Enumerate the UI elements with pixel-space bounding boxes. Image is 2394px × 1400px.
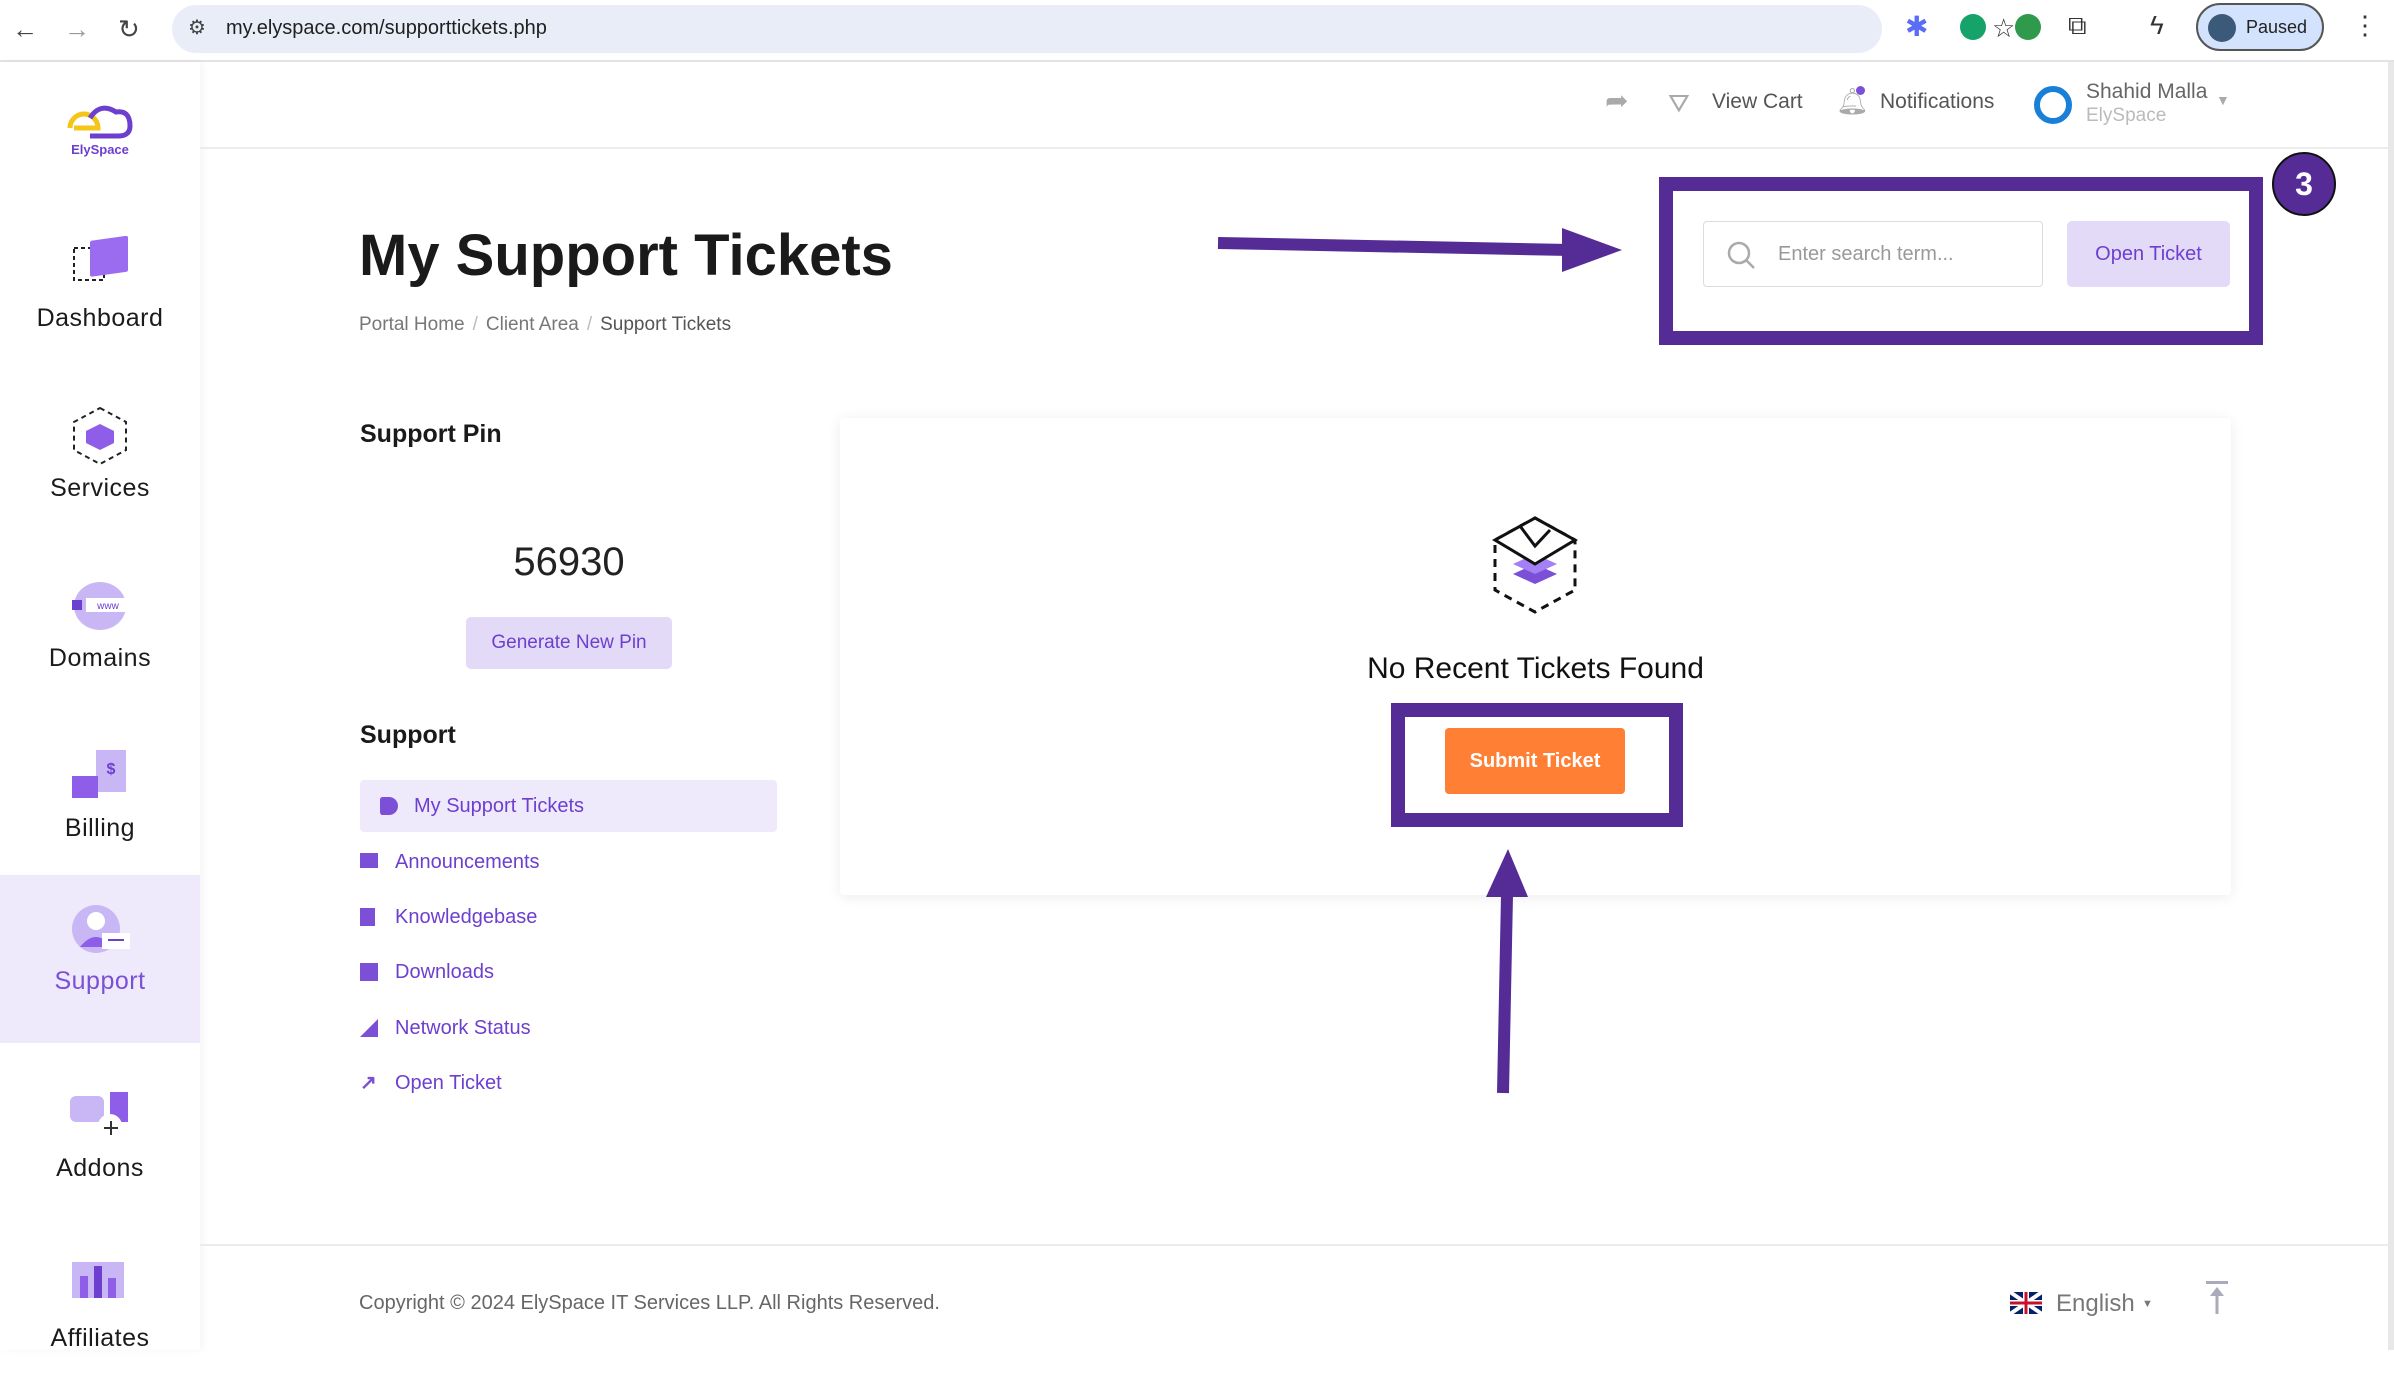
copyright-text: Copyright © 2024 ElySpace IT Services LL… xyxy=(359,1292,940,1314)
search-field[interactable] xyxy=(1703,221,2043,287)
menu-item-label: Knowledgebase xyxy=(395,906,538,928)
share-icon[interactable]: ➦ xyxy=(1605,84,1628,117)
chevron-down-icon: ▼ xyxy=(2216,92,2230,108)
support-pin-value: 56930 xyxy=(513,540,625,584)
tag-icon xyxy=(380,797,398,815)
empty-state-message: No Recent Tickets Found xyxy=(1367,652,1704,685)
generate-new-pin-button[interactable]: Generate New Pin xyxy=(466,617,672,669)
support-agent-icon xyxy=(72,905,130,953)
avatar xyxy=(2208,14,2236,42)
step-number-badge: 3 xyxy=(2272,152,2336,216)
profile-label: Paused xyxy=(2246,17,2308,37)
user-company: ElySpace xyxy=(2086,105,2167,126)
sidebar-item-dashboard[interactable]: Dashboard xyxy=(0,212,200,380)
notifications-label: Notifications xyxy=(1880,90,1995,113)
chevron-down-icon: ▼ xyxy=(2142,1298,2153,1310)
menu-item-my-support-tickets[interactable]: My Support Tickets xyxy=(360,780,777,832)
menu-item-label: Network Status xyxy=(395,1017,531,1039)
url-text[interactable]: my.elyspace.com/supporttickets.php xyxy=(226,17,547,40)
sidebar-item-label: Services xyxy=(50,474,150,502)
back-to-top-icon[interactable] xyxy=(2204,1280,2230,1316)
bookmark-star-icon[interactable]: ☆ xyxy=(1992,13,2015,44)
extension-icon[interactable]: ✱ xyxy=(1905,10,1928,43)
breadcrumb-client-area[interactable]: Client Area xyxy=(486,314,579,335)
breadcrumb-portal-home[interactable]: Portal Home xyxy=(359,314,465,335)
open-ticket-button[interactable]: Open Ticket xyxy=(2067,221,2230,287)
svg-text:www: www xyxy=(96,601,119,612)
invoice-icon: $ xyxy=(72,750,126,798)
dashboard-icon xyxy=(73,236,128,281)
menu-item-label: Downloads xyxy=(395,961,494,983)
top-header: ➦ ⛛ View Cart 🔔︎ Notifications Shahid Ma… xyxy=(200,62,2390,149)
cube-icon xyxy=(73,406,127,466)
menu-item-network-status[interactable]: Network Status xyxy=(360,1002,777,1054)
menu-item-downloads[interactable]: Downloads xyxy=(360,946,777,998)
sidebar-item-label: Billing xyxy=(64,814,136,842)
user-name: Shahid Malla xyxy=(2086,80,2208,103)
elyspace-logo[interactable]: ElySpace xyxy=(60,98,140,158)
uk-flag-icon xyxy=(2010,1292,2042,1314)
profile-button[interactable]: Paused xyxy=(2196,3,2324,51)
extension-robot-icon[interactable] xyxy=(2015,14,2041,40)
support-menu-heading: Support xyxy=(360,721,456,749)
sidebar-item-domains[interactable]: www Domains xyxy=(0,552,200,720)
support-pin-heading: Support Pin xyxy=(360,420,502,448)
menu-item-knowledgebase[interactable]: Knowledgebase xyxy=(360,891,777,943)
chart-icon xyxy=(72,1262,124,1298)
site-settings-icon[interactable]: ⚙ xyxy=(188,15,206,40)
sidebar: ElySpace Dashboard Services www Domains … xyxy=(0,62,200,1352)
address-bar[interactable]: ⚙ my.elyspace.com/supporttickets.php ☆ xyxy=(172,5,2015,53)
annotation-arrow-right xyxy=(1217,228,1622,272)
forward-icon[interactable]: → xyxy=(64,14,90,45)
user-menu[interactable]: Shahid Malla ElySpace ▼ xyxy=(2034,78,2234,134)
language-label: English xyxy=(2056,1290,2135,1317)
external-link-icon: ↗ xyxy=(360,1072,377,1094)
menu-item-open-ticket[interactable]: ↗ Open Ticket xyxy=(360,1057,777,1109)
sidebar-item-label: Affiliates xyxy=(50,1324,150,1352)
submit-ticket-button[interactable]: Submit Ticket xyxy=(1445,728,1625,794)
extensions-puzzle-icon[interactable]: ⧉ xyxy=(2068,10,2087,42)
sidebar-item-billing[interactable]: $ Billing xyxy=(0,722,200,890)
download-icon xyxy=(360,963,378,981)
menu-item-label: My Support Tickets xyxy=(414,795,585,817)
performance-icon[interactable]: ϟ xyxy=(2150,10,2164,41)
notification-dot xyxy=(1856,86,1865,95)
view-cart-label: View Cart xyxy=(1712,90,1803,113)
cart-icon: ⛛ xyxy=(1668,88,1690,118)
book-icon xyxy=(360,908,375,926)
back-icon[interactable]: ← xyxy=(12,14,38,45)
sidebar-item-label: Domains xyxy=(48,644,152,672)
sidebar-item-label: Support xyxy=(54,967,146,995)
language-selector[interactable]: English ▼ xyxy=(2010,1286,2160,1320)
menu-kebab-icon[interactable]: ⋮ xyxy=(2352,10,2378,41)
signal-icon xyxy=(360,1019,378,1037)
annotation-arrow-up xyxy=(1486,849,1528,1094)
sidebar-item-support[interactable]: Support xyxy=(0,875,200,1043)
sidebar-item-label: Addons xyxy=(56,1154,144,1182)
sidebar-item-label: Dashboard xyxy=(36,304,164,332)
globe-www-icon: www xyxy=(72,582,126,630)
breadcrumb: Portal Home / Client Area / Support Tickets xyxy=(359,314,732,335)
menu-item-announcements[interactable]: Announcements xyxy=(360,836,777,888)
reload-icon[interactable]: ↻ xyxy=(118,14,140,45)
search-icon xyxy=(1727,241,1755,269)
puzzle-icon xyxy=(70,1092,128,1138)
footer-divider xyxy=(200,1244,2390,1246)
scrollbar[interactable] xyxy=(2388,62,2394,1350)
sidebar-item-affiliates[interactable]: Affiliates xyxy=(0,1232,200,1400)
breadcrumb-current: Support Tickets xyxy=(600,314,732,335)
menu-item-label: Announcements xyxy=(395,851,540,873)
sidebar-item-services[interactable]: Services xyxy=(0,382,200,550)
grammarly-icon[interactable] xyxy=(1960,14,1986,40)
menu-item-label: Open Ticket xyxy=(395,1072,502,1094)
browser-toolbar: ← → ↻ ⚙ my.elyspace.com/supporttickets.p… xyxy=(0,0,2394,62)
user-avatar-icon xyxy=(2034,86,2072,124)
sidebar-item-addons[interactable]: Addons xyxy=(0,1062,200,1230)
svg-text:ElySpace: ElySpace xyxy=(71,142,129,157)
svg-text:$: $ xyxy=(107,761,116,778)
empty-inbox-icon xyxy=(1491,516,1579,614)
comment-icon xyxy=(360,853,378,868)
page-title: My Support Tickets xyxy=(359,223,893,288)
search-input[interactable] xyxy=(1778,238,2028,270)
